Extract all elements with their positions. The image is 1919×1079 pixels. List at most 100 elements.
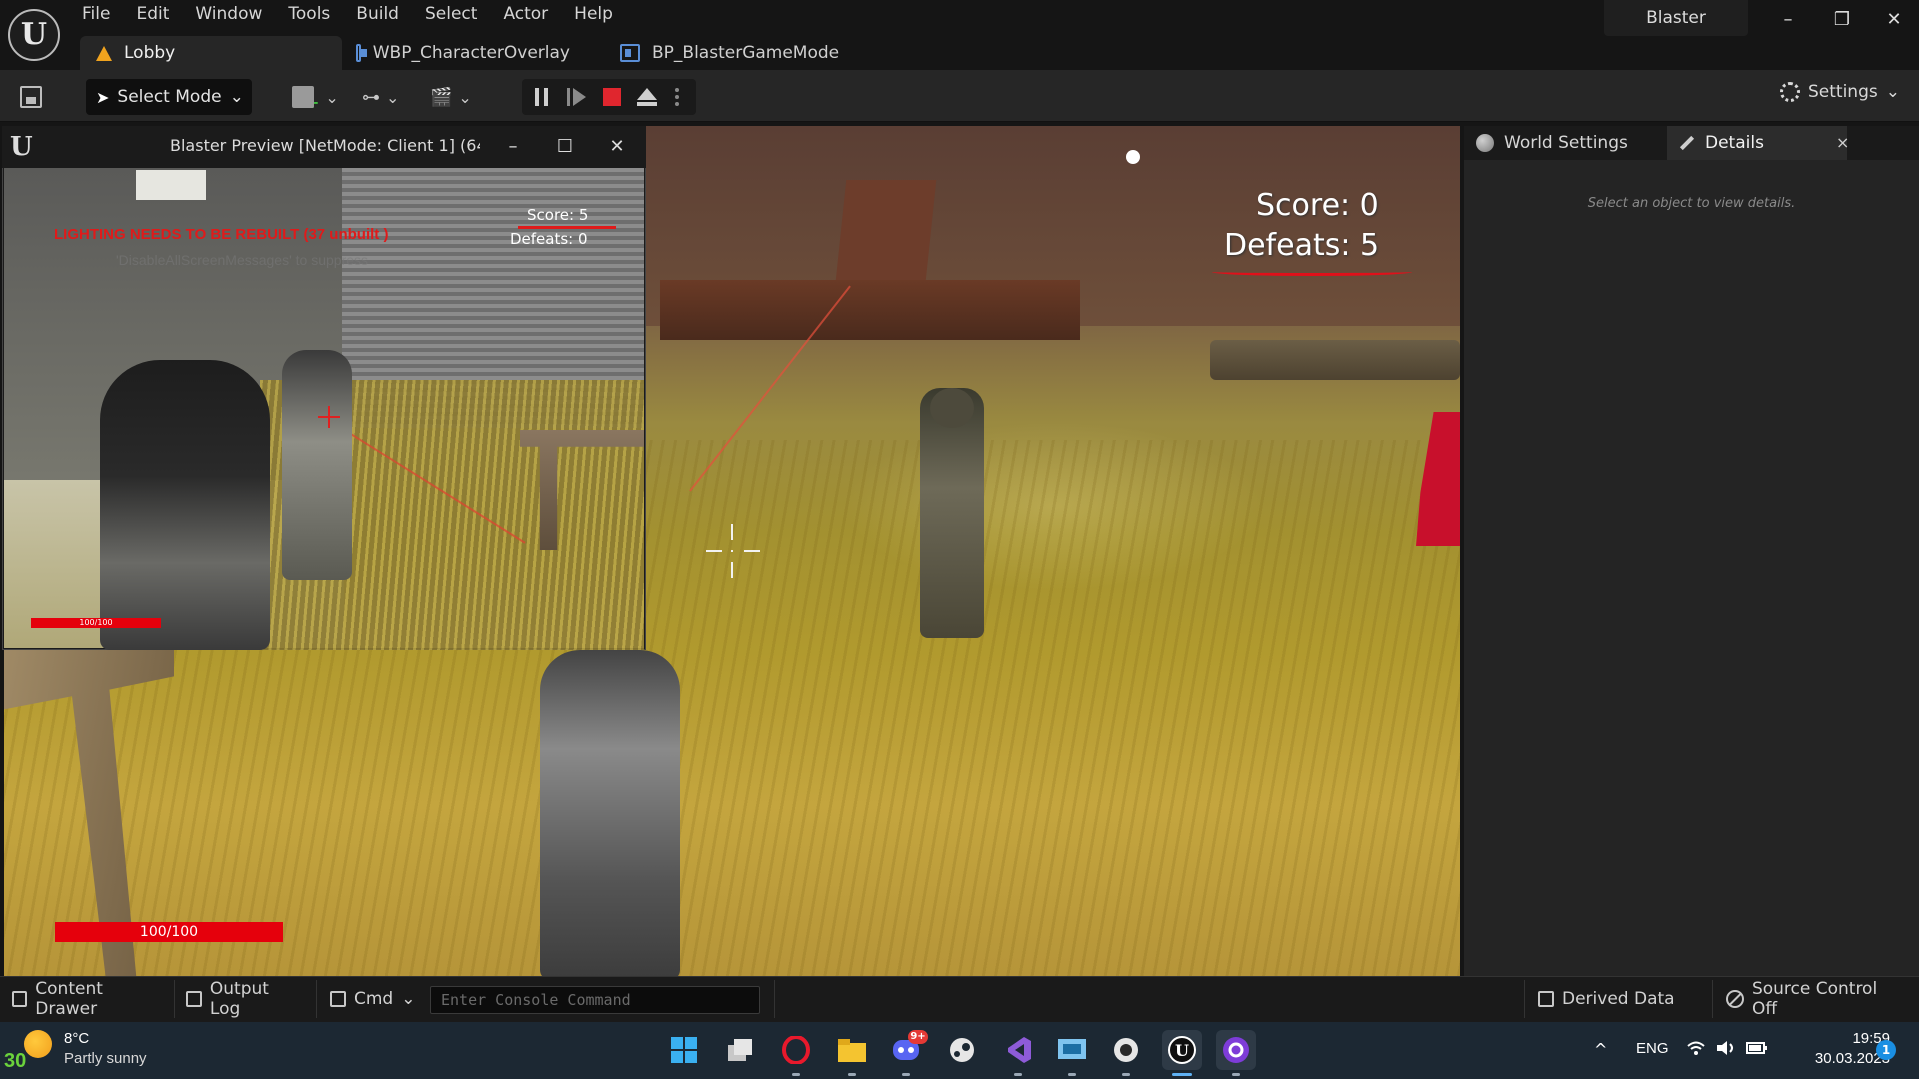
content-drawer-button[interactable]: Content Drawer bbox=[0, 979, 174, 1019]
menu-build[interactable]: Build bbox=[356, 0, 413, 30]
pause-icon[interactable] bbox=[532, 86, 552, 108]
console-command-input[interactable] bbox=[430, 986, 760, 1014]
partly-sunny-icon[interactable] bbox=[24, 1030, 52, 1058]
content-drawer-icon bbox=[12, 991, 28, 1007]
notification-badge[interactable]: 1 bbox=[1876, 1040, 1896, 1060]
svg-text:U: U bbox=[1175, 1041, 1189, 1060]
pie-maximize-button[interactable]: ☐ bbox=[550, 134, 580, 160]
chevron-down-icon: ⌄ bbox=[386, 87, 400, 107]
task-view-icon[interactable] bbox=[720, 1030, 760, 1070]
pie-close-button[interactable]: ✕ bbox=[602, 134, 632, 160]
pie-lamp bbox=[136, 170, 206, 200]
tab-lobby[interactable]: Lobby bbox=[80, 36, 342, 70]
settings-button[interactable]: Settings ⌄ bbox=[1780, 82, 1900, 102]
menu-tools[interactable]: Tools bbox=[288, 0, 344, 30]
lighting-warning: LIGHTING NEEDS TO BE REBUILT (37 unbuilt… bbox=[54, 226, 389, 243]
more-icon[interactable] bbox=[674, 86, 694, 108]
active-indicator bbox=[1172, 1073, 1192, 1076]
derived-data-button[interactable]: Derived Data bbox=[1526, 980, 1696, 1018]
warning-icon bbox=[96, 45, 112, 61]
wifi-icon[interactable] bbox=[1686, 1040, 1706, 1056]
windows-start-icon[interactable] bbox=[664, 1030, 704, 1070]
add-actor-icon bbox=[292, 86, 314, 108]
crosshair-top bbox=[731, 524, 733, 540]
tab-world-settings[interactable]: World Settings bbox=[1464, 126, 1664, 160]
crates bbox=[660, 280, 1080, 340]
source-control-button[interactable]: Source Control Off bbox=[1714, 979, 1919, 1019]
restore-button[interactable]: ❐ bbox=[1822, 6, 1862, 34]
content-drawer-label: Content Drawer bbox=[35, 979, 103, 1019]
remote-desktop-icon[interactable] bbox=[1052, 1030, 1092, 1070]
chevron-down-icon: ⌄ bbox=[1885, 82, 1900, 102]
pie-hud-score: Score: 5 bbox=[527, 206, 589, 224]
file-explorer-icon[interactable] bbox=[832, 1030, 872, 1070]
pie-score-underline bbox=[518, 226, 616, 229]
input-language[interactable]: ENG bbox=[1636, 1040, 1669, 1057]
sandbags bbox=[1210, 340, 1460, 380]
menu-help[interactable]: Help bbox=[574, 0, 627, 30]
tab-bp-blaster-game-mode[interactable]: BP_BlasterGameMode bbox=[604, 36, 924, 70]
pie-player-character bbox=[100, 360, 270, 650]
steam-icon[interactable] bbox=[942, 1030, 982, 1070]
clock-date[interactable]: 30.03.2023 bbox=[1780, 1050, 1890, 1067]
chevron-down-icon: ⌄ bbox=[401, 989, 416, 1009]
menu-select[interactable]: Select bbox=[425, 0, 491, 30]
menu-window[interactable]: Window bbox=[195, 0, 276, 30]
discord-badge: 9+ bbox=[908, 1030, 928, 1044]
weather-temperature[interactable]: 8°C bbox=[64, 1030, 89, 1047]
weather-description[interactable]: Partly sunny bbox=[64, 1050, 147, 1067]
unreal-logo-icon[interactable]: U bbox=[8, 9, 60, 61]
tab-label: BP_BlasterGameMode bbox=[652, 43, 840, 63]
settings-label: Settings bbox=[1808, 82, 1878, 102]
chevron-down-icon: ⌄ bbox=[229, 87, 244, 107]
crosshair-right bbox=[744, 550, 760, 552]
select-mode-dropdown[interactable]: ➤ Select Mode ⌄ bbox=[86, 79, 252, 115]
cinematics-dropdown[interactable]: 🎬 ⌄ bbox=[430, 82, 472, 112]
running-indicator bbox=[792, 1073, 800, 1076]
output-log-label: Output Log bbox=[209, 979, 269, 1019]
blueprints-dropdown[interactable]: ⊶ ⌄ bbox=[362, 82, 399, 112]
volume-icon[interactable] bbox=[1716, 1040, 1736, 1056]
tab-details[interactable]: Details bbox=[1667, 126, 1847, 160]
tab-label: World Settings bbox=[1504, 133, 1628, 153]
add-actor-dropdown[interactable]: + ⌄ bbox=[292, 82, 339, 112]
main-menu: File Edit Window Tools Build Select Acto… bbox=[82, 0, 639, 30]
menu-file[interactable]: File bbox=[82, 0, 124, 30]
enemy-helmet bbox=[930, 388, 974, 428]
tab-label: Lobby bbox=[124, 43, 176, 63]
widget-blueprint-icon bbox=[356, 44, 367, 62]
player-character bbox=[540, 650, 680, 980]
pie-health-bar: 100/100 bbox=[31, 618, 161, 628]
details-close-button[interactable]: × bbox=[1836, 126, 1856, 160]
close-window-button[interactable]: ✕ bbox=[1874, 6, 1914, 34]
obs-icon[interactable] bbox=[1106, 1030, 1146, 1070]
minimize-button[interactable]: – bbox=[1768, 6, 1808, 34]
tab-wbp-character-overlay[interactable]: WBP_CharacterOverlay bbox=[340, 36, 570, 70]
pencil-icon bbox=[1679, 135, 1695, 151]
visual-studio-icon[interactable] bbox=[998, 1030, 1038, 1070]
output-log-button[interactable]: Output Log bbox=[174, 979, 316, 1019]
running-indicator bbox=[1122, 1073, 1130, 1076]
unreal-engine-icon[interactable]: U bbox=[1162, 1030, 1202, 1070]
hud-score: Score: 0 bbox=[1256, 188, 1379, 223]
derived-data-icon bbox=[1538, 991, 1554, 1007]
select-mode-label: Select Mode bbox=[117, 87, 222, 107]
divider bbox=[1712, 980, 1713, 1018]
save-icon[interactable] bbox=[20, 86, 42, 108]
menu-edit[interactable]: Edit bbox=[136, 0, 183, 30]
opera-icon[interactable] bbox=[776, 1030, 816, 1070]
chevron-up-icon[interactable]: ^ bbox=[1594, 1040, 1607, 1059]
hud-defeats: Defeats: 5 bbox=[1224, 228, 1380, 263]
step-icon[interactable] bbox=[566, 86, 586, 108]
chevron-down-icon: ⌄ bbox=[325, 87, 339, 107]
eject-icon[interactable] bbox=[636, 86, 657, 108]
github-desktop-icon[interactable] bbox=[1216, 1030, 1256, 1070]
tab-label: WBP_CharacterOverlay bbox=[372, 43, 570, 63]
pie-enemy-character bbox=[282, 350, 352, 580]
stop-icon[interactable] bbox=[602, 86, 622, 108]
pie-minimize-button[interactable]: – bbox=[498, 134, 528, 160]
battery-icon[interactable] bbox=[1746, 1040, 1767, 1056]
menu-actor[interactable]: Actor bbox=[503, 0, 562, 30]
hud-health-bar: 100/100 bbox=[55, 922, 283, 942]
cmd-dropdown[interactable]: Cmd ⌄ bbox=[318, 980, 432, 1018]
